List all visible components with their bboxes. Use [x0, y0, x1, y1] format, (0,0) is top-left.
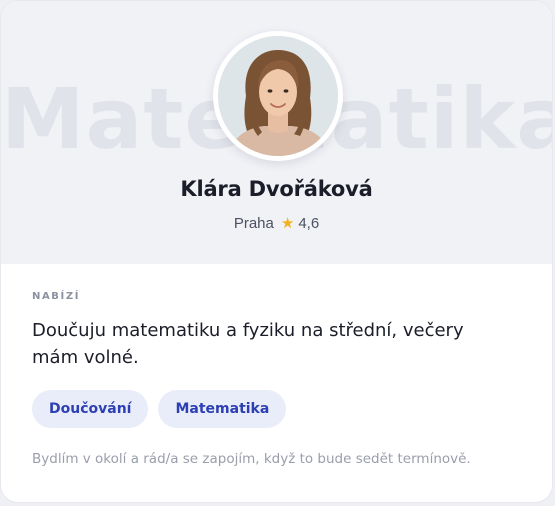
offer-description: Doučuju matematiku a fyziku na střední, …: [32, 320, 464, 368]
tag-matematika[interactable]: Matematika: [158, 390, 287, 428]
profile-header: Matematika: [1, 1, 552, 264]
profile-meta: Praha ★ 4,6: [1, 214, 552, 232]
availability-note: Bydlím v okolí a rád/a se zapojím, když …: [32, 451, 471, 467]
profile-card: Matematika: [0, 0, 553, 503]
person-portrait-icon: [218, 36, 338, 156]
avatar: [213, 31, 343, 161]
location-text: Praha: [233, 215, 274, 232]
rating-value: 4,6: [298, 215, 320, 232]
tag-doucovani[interactable]: Doučování: [32, 390, 149, 428]
tag-list: Doučování Matematika: [32, 390, 287, 428]
offer-section-label: NABÍZÍ: [32, 291, 81, 302]
profile-name: Klára Dvořáková: [180, 177, 373, 201]
avatar-photo: [218, 36, 338, 156]
star-icon: ★: [280, 215, 295, 232]
